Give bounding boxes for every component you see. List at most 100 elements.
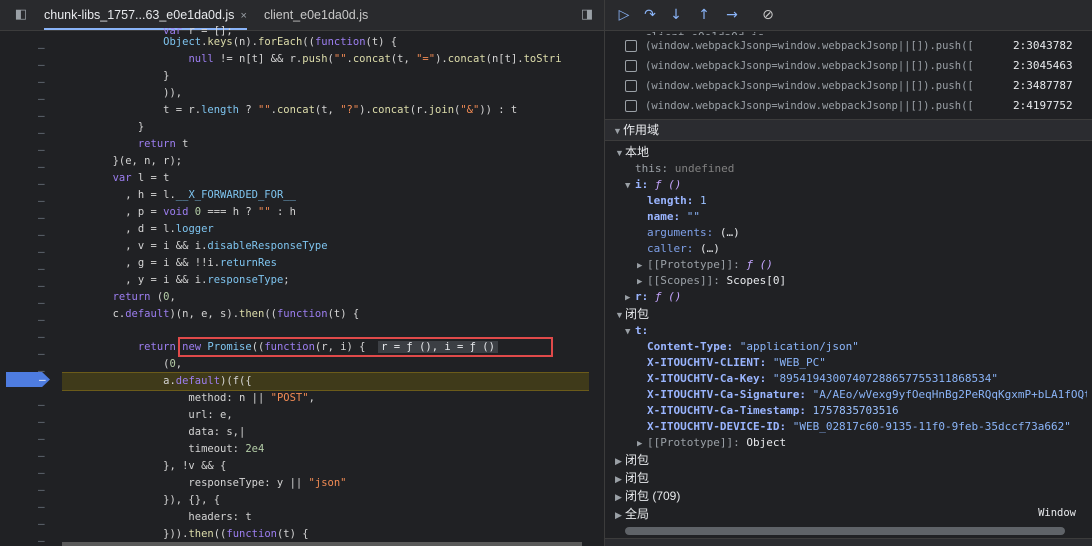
gutter-line[interactable]: –: [0, 294, 62, 311]
gutter-line[interactable]: –: [0, 447, 62, 464]
checkbox[interactable]: [625, 60, 637, 72]
scope-closure[interactable]: ▼闭包: [615, 306, 649, 322]
scope-closure-3[interactable]: ▶ 闭包: [615, 470, 649, 486]
gutter-line[interactable]: –: [0, 532, 62, 546]
gutter-line[interactable]: –: [0, 396, 62, 413]
code-view[interactable]: var r = []; Object.keys(n).forEach((func…: [62, 25, 604, 546]
code-line: timeout: 2e4: [62, 443, 265, 455]
header-ca-timestamp: X-ITOUCHTV-Ca-Timestamp: 1757835703516: [647, 404, 899, 417]
code-line: responseType: y || "json": [62, 477, 347, 489]
next-section-header[interactable]: [605, 538, 1092, 546]
call-frame[interactable]: (window.webpackJsonp=window.webpackJsonp…: [605, 76, 1092, 96]
breakpoint-marker[interactable]: –: [6, 372, 50, 387]
toggle-navigator-icon[interactable]: ◧: [12, 6, 30, 24]
prop-scopes[interactable]: ▶ [[Scopes]]: Scopes[0]: [637, 273, 786, 289]
t-prototype[interactable]: ▶ [[Prototype]]: Object: [637, 435, 786, 451]
code-line: return t: [137, 138, 189, 150]
step-out-icon[interactable]: ↑: [693, 5, 715, 25]
gutter-line[interactable]: –: [0, 481, 62, 498]
code-line: }: [62, 70, 170, 82]
gutter-line[interactable]: –: [0, 141, 62, 158]
gutter-line[interactable]: –: [0, 430, 62, 447]
tab-client[interactable]: client_e0e1da0d.js: [264, 0, 368, 30]
gutter-line[interactable]: –: [0, 464, 62, 481]
code-line: method: n || "POST",: [62, 392, 315, 404]
code-line: , v = i && i.disableResponseType: [62, 240, 328, 252]
gutter-line[interactable]: –: [0, 260, 62, 277]
header-device-id: X-ITOUCHTV-DEVICE-ID: "WEB_02817c60-9135…: [647, 420, 1071, 433]
scope-var-t[interactable]: ▼ t:: [625, 323, 648, 339]
scope-closure-2[interactable]: ▶ 闭包: [615, 452, 649, 468]
gutter-line[interactable]: –: [0, 124, 62, 141]
gutter-line[interactable]: –: [0, 413, 62, 430]
call-frame[interactable]: (window.webpackJsonp=window.webpackJsonp…: [605, 96, 1092, 116]
call-frame[interactable]: (window.webpackJsonp=window.webpackJsonp…: [605, 56, 1092, 76]
gutter-line[interactable]: –: [0, 498, 62, 515]
close-icon[interactable]: ×: [240, 10, 246, 22]
header-content-type: Content-Type: "application/json": [647, 340, 859, 353]
tab-label: chunk-libs_1757...63_e0e1da0d.js: [44, 8, 235, 22]
gutter-line[interactable]: –: [0, 345, 62, 362]
deactivate-breakpoints-icon[interactable]: ⊘: [757, 5, 779, 25]
header-ca-signature: X-ITOUCHTV-Ca-Signature: "A/AEo/wVexg9yf…: [647, 388, 1087, 401]
checkbox[interactable]: [625, 80, 637, 92]
scope-section-header[interactable]: ▼作用域: [605, 119, 1092, 141]
code-line: url: e,: [62, 409, 233, 421]
code-line: headers: t: [62, 511, 252, 523]
scope-var-r[interactable]: ▶ r: ƒ (): [625, 289, 681, 305]
scope-local[interactable]: ▼本地: [615, 144, 649, 160]
gutter-line[interactable]: –: [0, 158, 62, 175]
global-value: Window: [1038, 507, 1076, 519]
code-line: }), {}, {: [62, 494, 221, 506]
step-into-icon[interactable]: ↓: [665, 5, 687, 25]
gutter-line[interactable]: –: [0, 277, 62, 294]
line-gutter: – – – – – – – – – – – – – – – – – – – – …: [0, 31, 62, 546]
checkbox[interactable]: [625, 100, 637, 112]
code-line: (0,: [62, 358, 183, 370]
scope-closure-4[interactable]: ▶ 闭包 (709): [615, 488, 680, 504]
code-line: var l = t: [112, 172, 170, 184]
gutter-line[interactable]: –: [0, 515, 62, 532]
horizontal-scrollbar[interactable]: [62, 542, 582, 546]
gutter-line[interactable]: –: [0, 39, 62, 56]
prop-length: length: 1: [647, 194, 707, 207]
prop-name: name: "": [647, 210, 700, 223]
gutter-line[interactable]: –: [0, 209, 62, 226]
gutter-line[interactable]: –: [0, 90, 62, 107]
code-line: , h = l.__X_FORWARDED_FOR__: [62, 189, 296, 201]
prop-caller[interactable]: caller: (…): [647, 241, 720, 257]
prop-arguments[interactable]: arguments: (…): [647, 225, 740, 241]
call-frame[interactable]: (window.webpackJsonp=window.webpackJsonp…: [605, 36, 1092, 56]
code-line: t = r.length ? "".concat(t, "?").concat(…: [62, 104, 518, 116]
breakpoint-line[interactable]: –: [0, 371, 62, 388]
code-line: )),: [62, 87, 183, 99]
tab-label: client_e0e1da0d.js: [264, 8, 369, 22]
step-over-icon[interactable]: ↷: [639, 5, 661, 25]
code-line: , p = void 0 === h ? "" : h: [62, 206, 296, 218]
scope-scrollbar[interactable]: [625, 527, 1065, 535]
gutter-line[interactable]: –: [0, 56, 62, 73]
gutter-line[interactable]: –: [0, 226, 62, 243]
resume-icon[interactable]: ▷: [613, 5, 635, 25]
gutter-line[interactable]: –: [0, 311, 62, 328]
code-line: return (0,: [112, 291, 176, 303]
gutter-line[interactable]: –: [0, 328, 62, 345]
gutter-line[interactable]: –: [0, 192, 62, 209]
scope-var-this: this: undefined: [635, 162, 735, 175]
scope-global[interactable]: ▶ 全局: [615, 506, 649, 522]
step-icon[interactable]: →: [721, 5, 743, 25]
prop-prototype[interactable]: ▶ [[Prototype]]: ƒ (): [637, 257, 773, 273]
scope-var-i[interactable]: ▼ i: ƒ (): [625, 177, 681, 193]
gutter-line[interactable]: –: [0, 243, 62, 260]
debugger-sidebar: ▷ ↷ ↓ ↑ → ⊘ client_e0e1da0d.js (window.w…: [605, 0, 1092, 546]
code-line: , y = i && i.responseType;: [62, 274, 290, 286]
code-line: }: [62, 121, 145, 133]
toggle-debugger-icon[interactable]: ◨: [578, 6, 596, 24]
gutter-line[interactable]: –: [0, 175, 62, 192]
gutter-line[interactable]: –: [0, 73, 62, 90]
gutter-line[interactable]: –: [0, 107, 62, 124]
code-line: c.default)(n, e, s).then((function(t) {: [62, 308, 360, 320]
debugger-toolbar: ▷ ↷ ↓ ↑ → ⊘: [605, 0, 1092, 31]
checkbox[interactable]: [625, 40, 637, 52]
header-ca-key: X-ITOUCHTV-Ca-Key: "89541943007407288657…: [647, 372, 999, 385]
